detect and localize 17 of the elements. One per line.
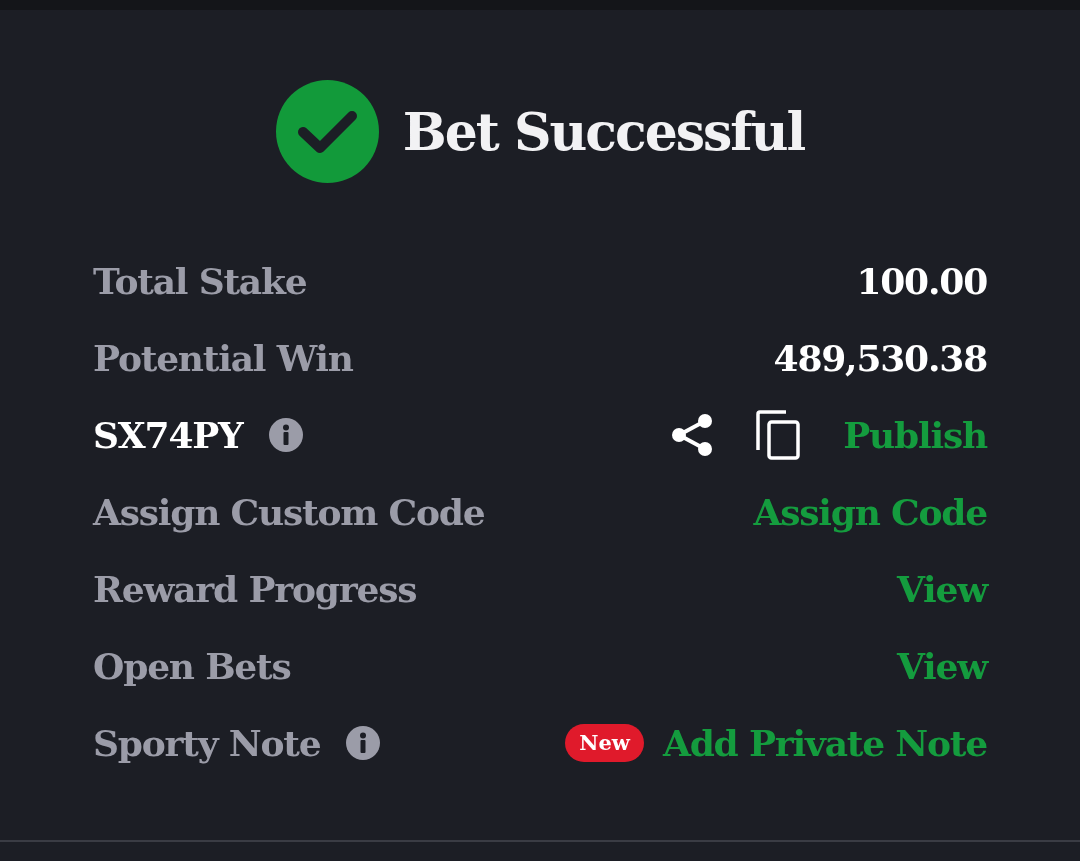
success-title: Bet Successful bbox=[402, 105, 805, 158]
success-check-icon bbox=[275, 80, 379, 183]
info-icon[interactable] bbox=[346, 725, 381, 760]
info-icon[interactable] bbox=[268, 417, 303, 452]
row-label: Potential Win bbox=[93, 339, 353, 376]
row-label: Total Stake bbox=[93, 262, 307, 299]
amount-value: 489,530.38 bbox=[773, 339, 987, 376]
new-badge: New bbox=[565, 723, 644, 762]
amount-value: 100.00 bbox=[856, 262, 987, 299]
publish-link[interactable]: Publish bbox=[843, 416, 987, 453]
share-icon[interactable] bbox=[671, 412, 714, 457]
action-link[interactable]: Add Private Note bbox=[662, 724, 987, 761]
booking-code: SX74PY bbox=[93, 416, 243, 453]
action-link[interactable]: View bbox=[896, 570, 987, 607]
row-label: Open Bets bbox=[93, 647, 291, 684]
copy-icon[interactable] bbox=[756, 409, 801, 460]
action-link[interactable]: View bbox=[896, 647, 987, 684]
